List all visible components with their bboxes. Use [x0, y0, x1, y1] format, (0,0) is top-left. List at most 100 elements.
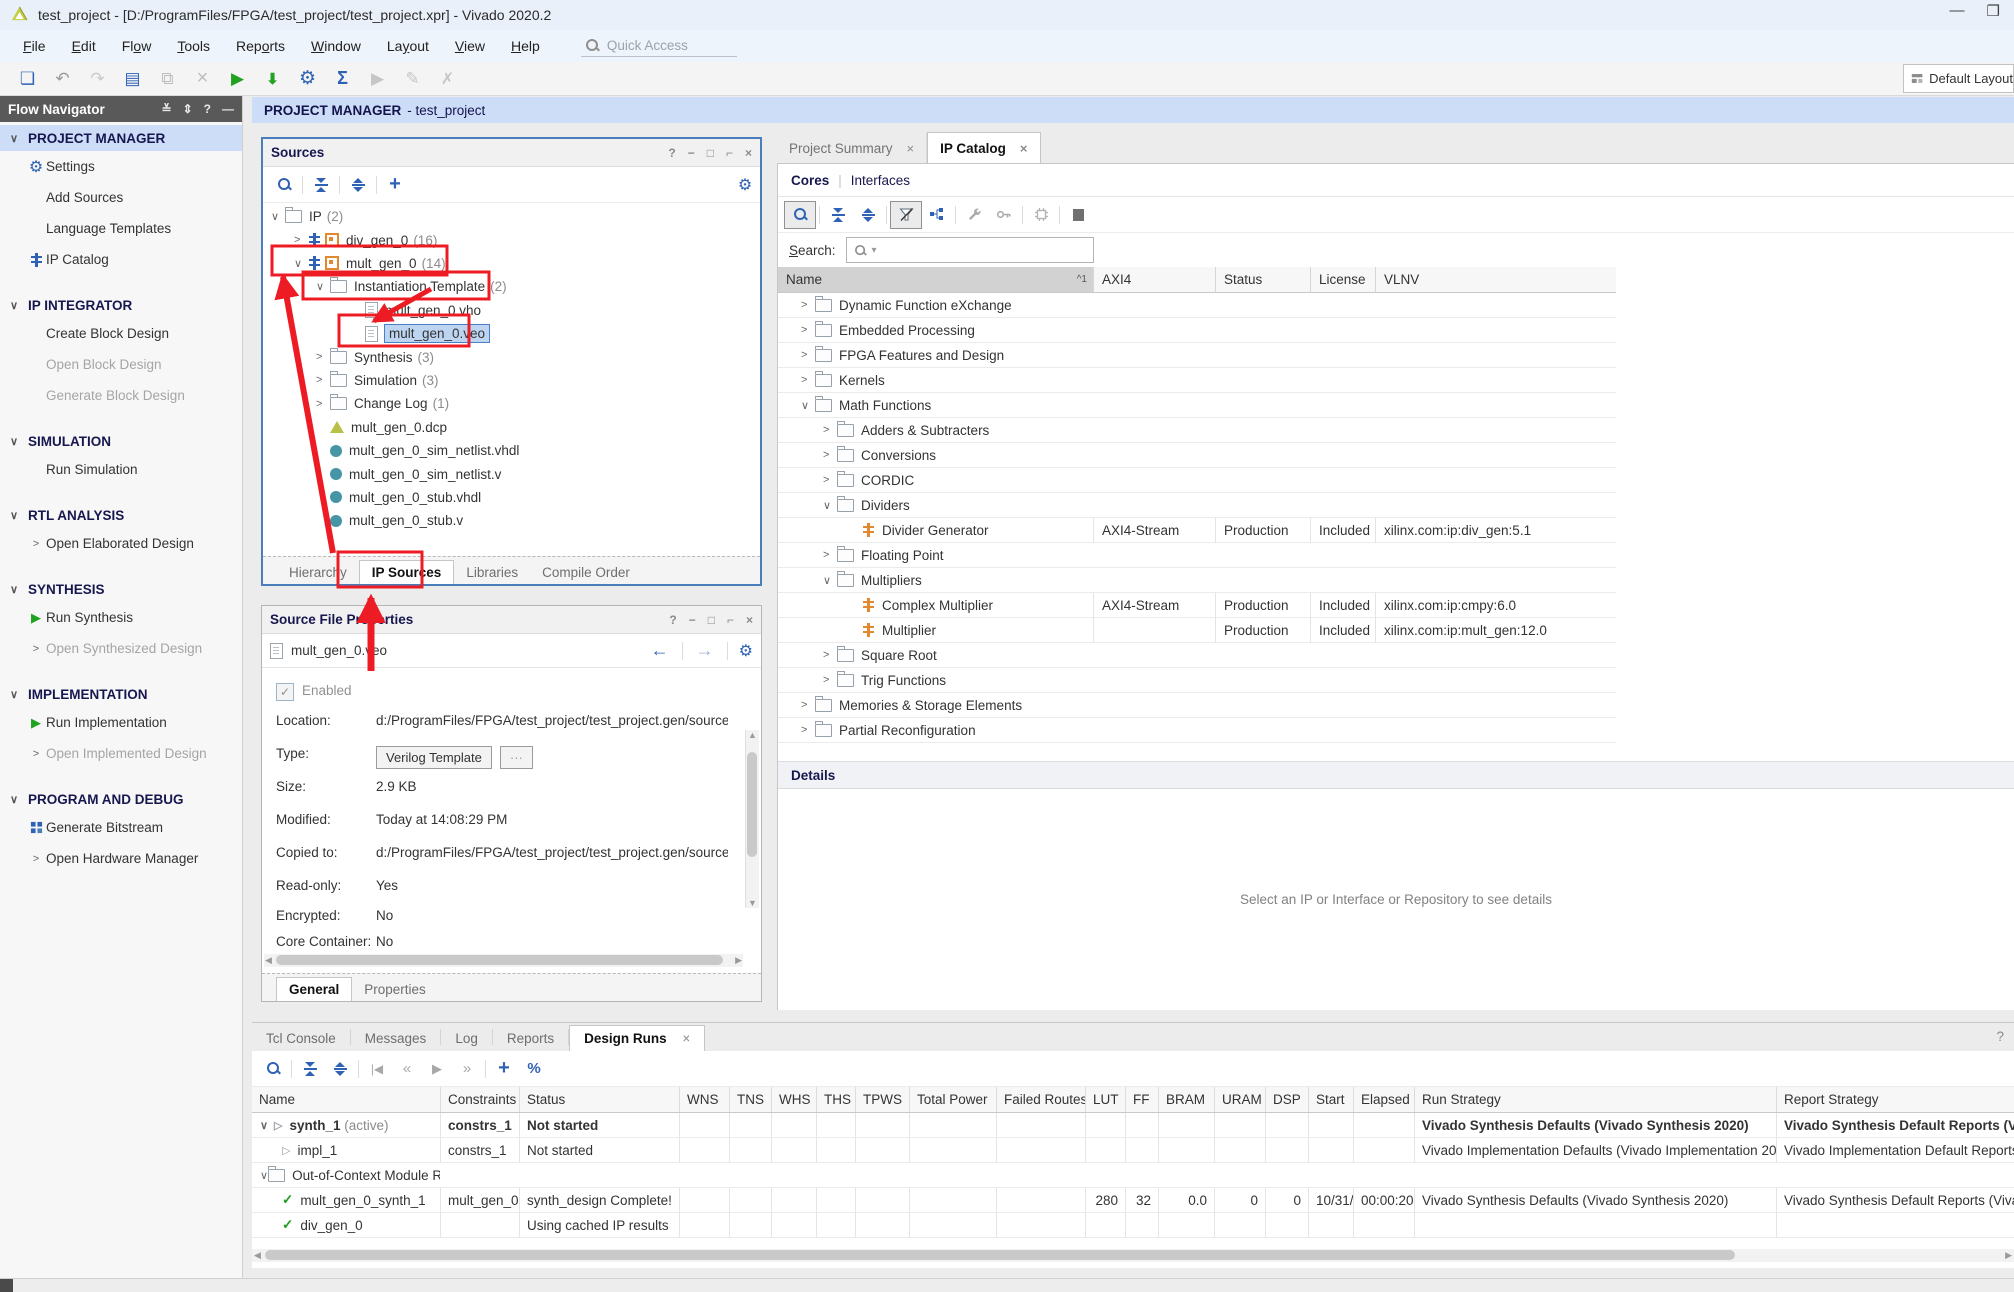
- catalog-row-kernels[interactable]: >Kernels: [778, 368, 1616, 393]
- minimize-icon[interactable]: −: [689, 613, 696, 627]
- collapse-all-icon[interactable]: [823, 202, 853, 228]
- menu-layout[interactable]: Layout: [374, 33, 442, 59]
- tab-compile-order[interactable]: Compile Order: [530, 561, 642, 584]
- catalog-row-partial-reconfiguration[interactable]: >Partial Reconfiguration: [778, 718, 1616, 743]
- flow-section-header[interactable]: ∨RTL ANALYSIS: [0, 502, 242, 528]
- flow-section-header[interactable]: ∨SYNTHESIS: [0, 576, 242, 602]
- flow-item-open-implemented-design[interactable]: >Open Implemented Design: [0, 738, 242, 769]
- tree-item-mult-gen-0-sim-netlist-vhdl[interactable]: mult_gen_0_sim_netlist.vhdl: [316, 439, 519, 462]
- cleanup-disabled-icon[interactable]: ✗: [430, 66, 465, 92]
- add-ip-to-design-icon[interactable]: [922, 202, 952, 228]
- tree-item-simulation[interactable]: >Simulation(3): [316, 369, 439, 392]
- column-header-ff[interactable]: FF: [1125, 1087, 1158, 1112]
- open-report-icon[interactable]: ▤: [115, 66, 150, 92]
- column-header-vlnv[interactable]: VLNV: [1375, 267, 1616, 293]
- tree-item-mult-gen-0-stub-vhdl[interactable]: mult_gen_0_stub.vhdl: [316, 486, 481, 509]
- quick-access-search[interactable]: Quick Access: [581, 35, 737, 57]
- column-header-dsp[interactable]: DSP: [1265, 1087, 1308, 1112]
- menu-tools[interactable]: Tools: [164, 33, 223, 59]
- column-header-start[interactable]: Start: [1308, 1087, 1353, 1112]
- column-header-bram[interactable]: BRAM: [1158, 1087, 1214, 1112]
- chevron-right-icon[interactable]: >: [823, 674, 837, 686]
- flow-section-header[interactable]: ∨SIMULATION: [0, 428, 242, 454]
- column-header-axi4[interactable]: AXI4: [1093, 267, 1215, 293]
- tree-item-mult-gen-0-veo[interactable]: mult_gen_0.veo: [351, 322, 489, 345]
- menu-help[interactable]: Help: [498, 33, 553, 59]
- run-row-div-gen-0[interactable]: ✓div_gen_0Using cached IP results: [252, 1213, 2014, 1238]
- maximize-icon[interactable]: □: [707, 146, 714, 160]
- chevron-right-icon[interactable]: >: [801, 699, 815, 711]
- help-icon[interactable]: ?: [204, 102, 211, 116]
- search-icon[interactable]: [258, 1056, 288, 1082]
- column-header-elapsed[interactable]: Elapsed: [1353, 1087, 1414, 1112]
- flow-item-create-block-design[interactable]: Create Block Design: [0, 318, 242, 349]
- run-row-mult-gen-0-synth-1[interactable]: ✓mult_gen_0_synth_1mult_gen_0synth_desig…: [252, 1188, 2014, 1213]
- run-disabled-icon[interactable]: ▶: [360, 66, 395, 92]
- column-header-tns[interactable]: TNS: [729, 1087, 771, 1112]
- chevron-right-icon[interactable]: >: [801, 349, 815, 361]
- tab-ip-sources[interactable]: IP Sources: [359, 560, 455, 584]
- tree-item-ip[interactable]: ∨IP(2): [271, 205, 343, 228]
- properties-settings-icon[interactable]: ⚙: [739, 641, 753, 661]
- ip-search-input[interactable]: ▾: [846, 237, 1094, 263]
- chevron-down-icon[interactable]: ∨: [823, 499, 837, 512]
- column-header-uram[interactable]: URAM: [1214, 1087, 1265, 1112]
- help-icon[interactable]: ?: [1996, 1029, 2004, 1044]
- minimize-panel-icon[interactable]: —: [222, 102, 234, 116]
- flow-section-header[interactable]: ∨IP INTEGRATOR: [0, 292, 242, 318]
- menu-window[interactable]: Window: [298, 33, 374, 59]
- search-icon[interactable]: [269, 172, 299, 198]
- flow-section-header[interactable]: ∨PROJECT MANAGER: [0, 125, 242, 151]
- first-run-icon[interactable]: |◀: [362, 1056, 392, 1082]
- chevron-right-icon[interactable]: >: [316, 398, 330, 410]
- collapse-all-icon[interactable]: ≚: [162, 102, 172, 116]
- column-header-name[interactable]: Name: [252, 1087, 440, 1112]
- close-icon[interactable]: ×: [745, 146, 752, 160]
- device-icon[interactable]: [1026, 202, 1056, 228]
- column-header-total-power[interactable]: Total Power: [909, 1087, 996, 1112]
- menu-view[interactable]: View: [442, 33, 498, 59]
- menu-file[interactable]: File: [10, 33, 59, 59]
- flow-item-generate-bitstream[interactable]: Generate Bitstream: [0, 812, 242, 843]
- flow-section-header[interactable]: ∨IMPLEMENTATION: [0, 681, 242, 707]
- close-icon[interactable]: ×: [1020, 141, 1028, 156]
- run-row-out-of-context-module-runs[interactable]: ∨Out-of-Context Module Runs: [252, 1163, 2014, 1188]
- back-arrow-icon[interactable]: ←: [651, 640, 669, 661]
- chevron-right-icon[interactable]: >: [294, 234, 308, 246]
- expand-all-icon[interactable]: [853, 202, 883, 228]
- catalog-row-complex-multiplier[interactable]: Complex MultiplierAXI4-StreamProductionI…: [778, 593, 1616, 618]
- add-sources-icon[interactable]: +: [380, 172, 410, 198]
- catalog-row-multipliers[interactable]: ∨Multipliers: [778, 568, 1616, 593]
- run-icon[interactable]: ▶: [220, 66, 255, 92]
- chevron-right-icon[interactable]: >: [316, 374, 330, 386]
- flow-section-header[interactable]: ∨PROGRAM AND DEBUG: [0, 786, 242, 812]
- minimize-icon[interactable]: −: [688, 146, 695, 160]
- tree-item-mult-gen-0-dcp[interactable]: mult_gen_0.dcp: [316, 416, 447, 439]
- forward-arrow-icon[interactable]: →: [696, 640, 714, 661]
- flow-item-run-implementation[interactable]: ▶Run Implementation: [0, 707, 242, 738]
- vertical-scrollbar[interactable]: ▲ ▼: [745, 730, 759, 908]
- run-icon[interactable]: ▶: [422, 1056, 452, 1082]
- tree-item-instantiation-template[interactable]: ∨Instantiation Template(2): [316, 275, 507, 298]
- create-runs-icon[interactable]: +: [489, 1056, 519, 1082]
- chevron-right-icon[interactable]: >: [801, 724, 815, 736]
- expand-all-icon[interactable]: [343, 172, 373, 198]
- tab-design-runs[interactable]: Design Runs ×: [569, 1025, 705, 1051]
- tab-properties[interactable]: Properties: [352, 978, 438, 1001]
- column-header-constraints[interactable]: Constraints: [440, 1087, 519, 1112]
- flow-item-generate-block-design[interactable]: Generate Block Design: [0, 380, 242, 411]
- type-value-button[interactable]: Verilog Template: [376, 746, 492, 769]
- next-step-icon[interactable]: »: [452, 1056, 482, 1082]
- flow-item-add-sources[interactable]: Add Sources: [0, 182, 242, 213]
- column-header-ths[interactable]: THS: [816, 1087, 855, 1112]
- delete-icon[interactable]: ×: [185, 66, 220, 92]
- close-icon[interactable]: ×: [679, 1031, 691, 1046]
- catalog-row-dynamic-function-exchange[interactable]: >Dynamic Function eXchange: [778, 293, 1616, 318]
- report-utilization-icon[interactable]: Σ: [325, 66, 360, 92]
- default-layout-button[interactable]: Default Layout: [1903, 64, 2014, 93]
- flow-item-open-elaborated-design[interactable]: >Open Elaborated Design: [0, 528, 242, 559]
- tab-ip-catalog[interactable]: IP Catalog×: [927, 132, 1040, 164]
- tab-project-summary[interactable]: Project Summary×: [777, 133, 927, 164]
- license-key-icon[interactable]: [989, 202, 1019, 228]
- catalog-row-divider-generator[interactable]: Divider GeneratorAXI4-StreamProductionIn…: [778, 518, 1616, 543]
